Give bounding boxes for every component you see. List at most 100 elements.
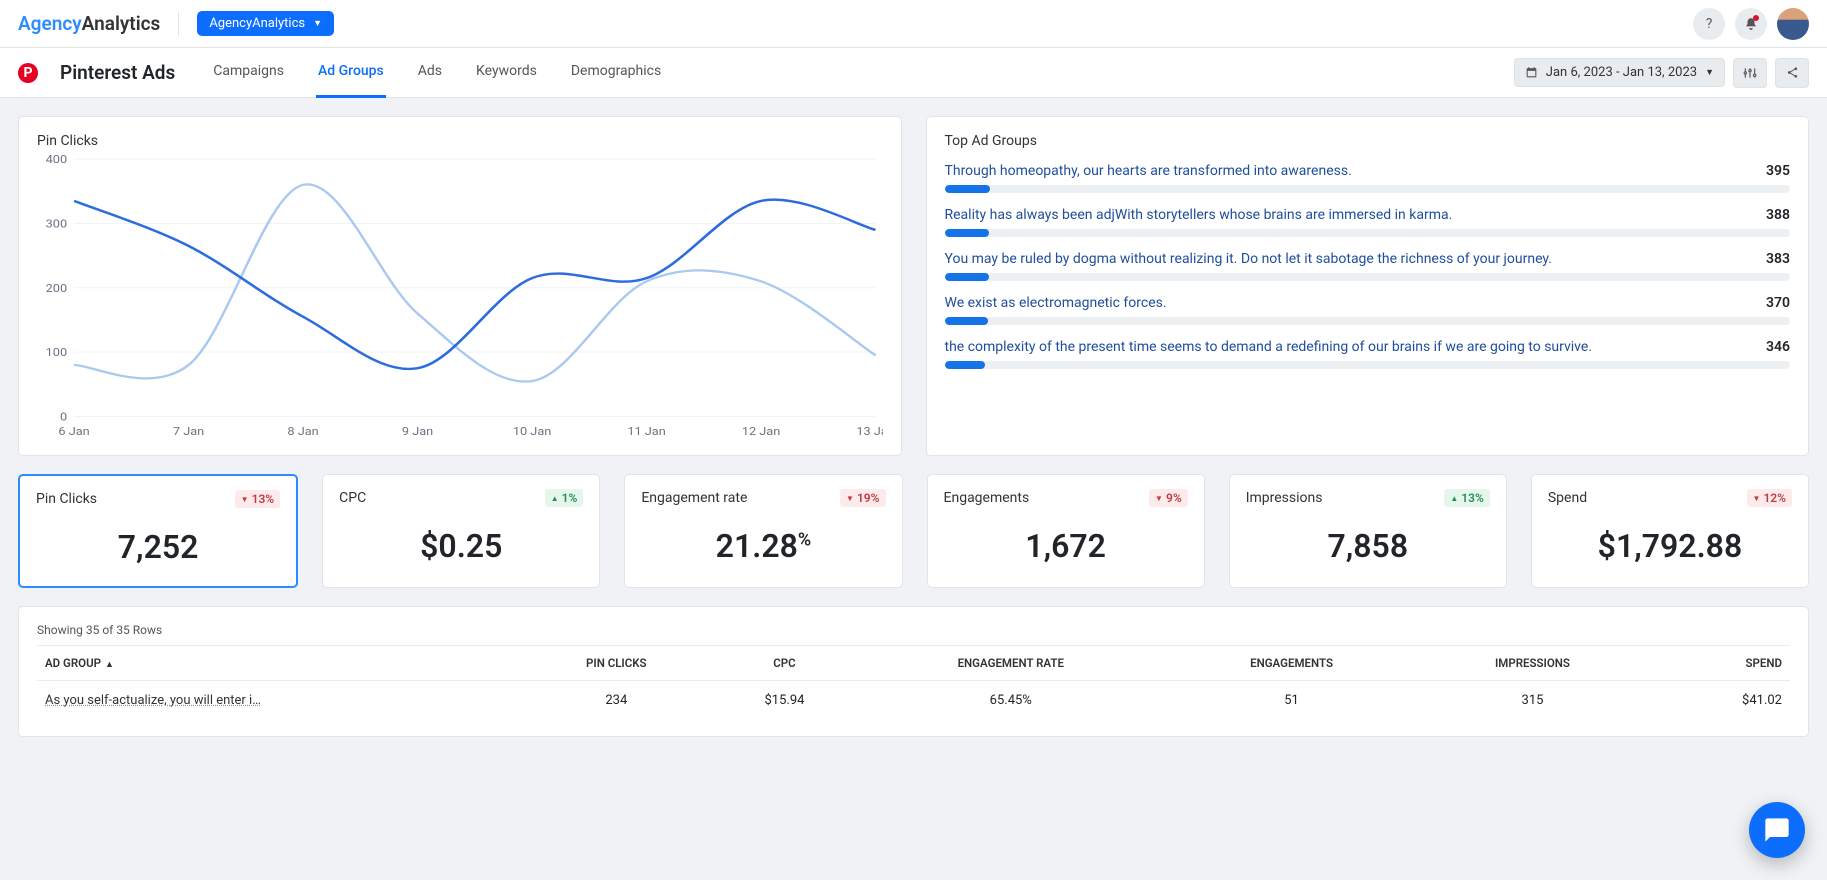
table-showing: Showing 35 of 35 Rows xyxy=(37,623,1790,637)
adgroup-value: 388 xyxy=(1766,207,1790,223)
kpi-card-pin-clicks[interactable]: Pin Clicks ▼13% 7,252 xyxy=(18,474,298,588)
adgroup-bar xyxy=(945,317,1791,325)
adgroup-bar xyxy=(945,229,1791,237)
adgroup-value: 395 xyxy=(1766,163,1790,179)
tab-campaigns[interactable]: Campaigns xyxy=(211,47,286,98)
svg-text:7 Jan: 7 Jan xyxy=(173,425,204,438)
caret-up-icon: ▲ xyxy=(551,494,559,503)
logo-part-2: Analytics xyxy=(82,12,161,35)
workspace-label: AgencyAnalytics xyxy=(209,16,305,31)
top-adgroups-list: Through homeopathy, our hearts are trans… xyxy=(945,163,1791,369)
cell-impr: 315 xyxy=(1417,681,1648,721)
svg-text:9 Jan: 9 Jan xyxy=(402,425,433,438)
sliders-icon xyxy=(1743,66,1757,80)
kpi-change: ▲1% xyxy=(545,489,584,507)
kpi-card-engagement-rate[interactable]: Engagement rate ▼19% 21.28% xyxy=(624,474,902,588)
sub-header: P Pinterest Ads Campaigns Ad Groups Ads Key… xyxy=(0,48,1827,98)
tab-ads[interactable]: Ads xyxy=(416,47,444,98)
adgroup-name-cell[interactable]: As you self-actualize, you will enter i… xyxy=(37,681,519,721)
settings-button[interactable] xyxy=(1733,58,1767,88)
logo-part-1: Agency xyxy=(18,12,82,35)
sort-asc-icon: ▲ xyxy=(105,660,114,670)
caret-down-icon: ▼ xyxy=(241,495,249,504)
kpi-value: 7,858 xyxy=(1246,527,1490,565)
avatar[interactable] xyxy=(1777,8,1809,40)
adgroup-link[interactable]: We exist as electromagnetic forces. xyxy=(945,295,1167,311)
table-body: As you self-actualize, you will enter i…… xyxy=(37,681,1790,721)
logo[interactable]: AgencyAnalytics xyxy=(18,12,160,35)
chat-launcher[interactable] xyxy=(1749,802,1805,858)
cell-spend: $41.02 xyxy=(1648,681,1790,721)
page-title: Pinterest Ads xyxy=(60,61,175,84)
svg-text:6 Jan: 6 Jan xyxy=(58,425,89,438)
kpi-card-cpc[interactable]: CPC ▲1% $0.25 xyxy=(322,474,600,588)
help-icon: ? xyxy=(1706,16,1713,32)
tabs: Campaigns Ad Groups Ads Keywords Demographic… xyxy=(211,47,663,98)
line-chart[interactable]: 01002003004006 Jan7 Jan8 Jan9 Jan10 Jan1… xyxy=(37,155,883,441)
help-button[interactable]: ? xyxy=(1693,8,1725,40)
kpi-label: Spend xyxy=(1548,490,1587,506)
caret-down-icon: ▼ xyxy=(1705,67,1714,78)
caret-down-icon: ▼ xyxy=(1753,494,1761,503)
share-icon xyxy=(1786,66,1799,79)
chat-icon xyxy=(1763,816,1791,844)
kpi-label: Engagement rate xyxy=(641,490,747,506)
share-button[interactable] xyxy=(1775,58,1809,88)
header-left: AgencyAnalytics AgencyAnalytics ▼ xyxy=(18,11,334,37)
tab-keywords[interactable]: Keywords xyxy=(474,47,539,98)
adgroup-item: You may be ruled by dogma without realiz… xyxy=(945,251,1791,281)
kpi-value: $1,792.88 xyxy=(1548,527,1792,565)
kpi-label: CPC xyxy=(339,490,366,506)
table-header-cpc[interactable]: CPC xyxy=(713,646,855,681)
kpi-change: ▼12% xyxy=(1747,489,1793,507)
table-header-engagement-rate[interactable]: ENGAGEMENT RATE xyxy=(855,646,1166,681)
table-header-engagements[interactable]: ENGAGEMENTS xyxy=(1166,646,1417,681)
table-header-pin-clicks[interactable]: PIN CLICKS xyxy=(519,646,713,681)
tab-ad-groups[interactable]: Ad Groups xyxy=(316,47,386,98)
svg-text:8 Jan: 8 Jan xyxy=(287,425,318,438)
adgroup-link[interactable]: Reality has always been adjWith storytel… xyxy=(945,207,1453,223)
pinterest-icon: P xyxy=(18,63,38,83)
kpi-change: ▼9% xyxy=(1149,489,1188,507)
kpi-card-engagements[interactable]: Engagements ▼9% 1,672 xyxy=(927,474,1205,588)
cell-eng: 51 xyxy=(1166,681,1417,721)
kpi-card-impressions[interactable]: Impressions ▲13% 7,858 xyxy=(1229,474,1507,588)
chart-area: 01002003004006 Jan7 Jan8 Jan9 Jan10 Jan1… xyxy=(37,155,883,441)
top-header: AgencyAnalytics AgencyAnalytics ▼ ? xyxy=(0,0,1827,48)
adgroup-bar xyxy=(945,361,1791,369)
kpi-change: ▼13% xyxy=(235,490,281,508)
table-header-spend[interactable]: SPEND xyxy=(1648,646,1790,681)
table-row: As you self-actualize, you will enter i…… xyxy=(37,681,1790,721)
kpi-label: Pin Clicks xyxy=(36,491,97,507)
table-header-row: AD GROUP▲PIN CLICKSCPCENGAGEMENT RATEENG… xyxy=(37,646,1790,681)
adgroups-table: AD GROUP▲PIN CLICKSCPCENGAGEMENT RATEENG… xyxy=(37,645,1790,720)
svg-text:10 Jan: 10 Jan xyxy=(513,425,551,438)
notifications-button[interactable] xyxy=(1735,8,1767,40)
adgroup-item: Reality has always been adjWith storytel… xyxy=(945,207,1791,237)
workspace-selector[interactable]: AgencyAnalytics ▼ xyxy=(197,11,334,36)
chart-panel: Pin Clicks 01002003004006 Jan7 Jan8 Jan9… xyxy=(18,116,902,456)
tab-demographics[interactable]: Demographics xyxy=(569,47,663,98)
adgroup-item: the complexity of the present time seems… xyxy=(945,339,1791,369)
svg-text:300: 300 xyxy=(46,217,68,230)
adgroup-value: 346 xyxy=(1766,339,1790,355)
kpi-value: 21.28% xyxy=(641,527,885,565)
adgroup-value: 383 xyxy=(1766,251,1790,267)
svg-text:0: 0 xyxy=(60,410,67,423)
table-header-ad-group[interactable]: AD GROUP▲ xyxy=(37,646,519,681)
adgroup-value: 370 xyxy=(1766,295,1790,311)
adgroup-link[interactable]: the complexity of the present time seems… xyxy=(945,339,1593,355)
adgroup-link[interactable]: Through homeopathy, our hearts are trans… xyxy=(945,163,1352,179)
svg-text:200: 200 xyxy=(46,282,68,295)
date-range-button[interactable]: Jan 6, 2023 - Jan 13, 2023 ▼ xyxy=(1514,58,1725,87)
kpi-value: 1,672 xyxy=(944,527,1188,565)
adgroup-link[interactable]: You may be ruled by dogma without realiz… xyxy=(945,251,1552,267)
kpi-change: ▼19% xyxy=(840,489,886,507)
kpi-card-spend[interactable]: Spend ▼12% $1,792.88 xyxy=(1531,474,1809,588)
svg-text:11 Jan: 11 Jan xyxy=(627,425,665,438)
table-header-impressions[interactable]: IMPRESSIONS xyxy=(1417,646,1648,681)
sub-header-left: P Pinterest Ads Campaigns Ad Groups Ads Key… xyxy=(18,47,663,98)
kpi-change: ▲13% xyxy=(1444,489,1490,507)
top-adgroups-panel: Top Ad Groups Through homeopathy, our he… xyxy=(926,116,1810,456)
caret-down-icon: ▼ xyxy=(1155,494,1163,503)
